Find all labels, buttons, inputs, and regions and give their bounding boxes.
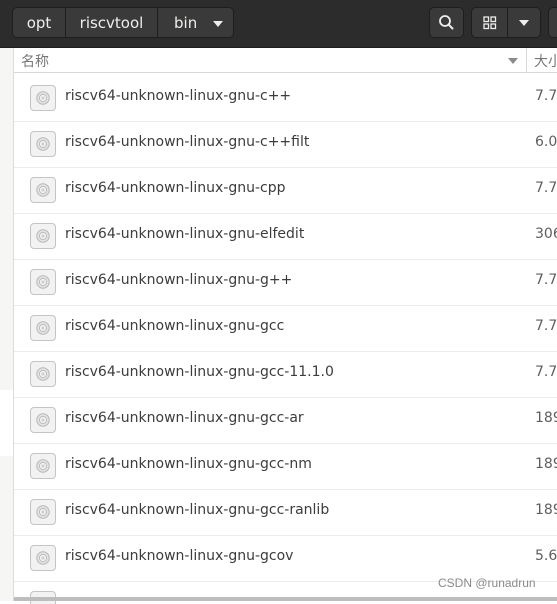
- file-size: 7.7: [535, 318, 557, 334]
- file-row[interactable]: riscv64-unknown-linux-gnu-c++filt 6.0: [14, 122, 557, 168]
- column-name-header[interactable]: 名称: [21, 51, 49, 71]
- gear-icon: [36, 229, 50, 243]
- file-size: 306: [535, 226, 557, 242]
- chevron-down-icon: [213, 21, 223, 27]
- gear-icon: [36, 137, 50, 151]
- search-icon: [439, 15, 454, 30]
- file-name: riscv64-unknown-linux-gnu-cpp: [65, 180, 286, 196]
- file-name: riscv64-unknown-linux-gnu-gcc: [65, 318, 285, 334]
- file-name: riscv64-unknown-linux-gnu-c++: [65, 88, 292, 104]
- file-name: riscv64-unknown-linux-gnu-c++filt: [65, 134, 310, 150]
- file-size: 189: [535, 456, 557, 472]
- sidebar: [0, 48, 14, 601]
- file-size: 7.7: [535, 364, 557, 380]
- column-size-header[interactable]: 大小: [534, 51, 557, 71]
- file-name: riscv64-unknown-linux-gnu-g++: [65, 272, 293, 288]
- file-size: 7.7: [535, 180, 557, 196]
- gear-icon: [36, 505, 50, 519]
- view-options-button[interactable]: [508, 7, 541, 38]
- sidebar-divider: [0, 390, 13, 456]
- file-row[interactable]: riscv64-unknown-linux-gnu-gcc 7.7: [14, 306, 557, 352]
- file-row[interactable]: riscv64-unknown-linux-gnu-gcc-ranlib 189: [14, 490, 557, 536]
- gear-file-icon: [30, 131, 56, 157]
- gear-file-icon: [30, 269, 56, 295]
- gear-file-icon: [30, 223, 56, 249]
- search-button[interactable]: [429, 7, 464, 38]
- file-name: riscv64-unknown-linux-gnu-gcc-ar: [65, 410, 304, 426]
- gear-icon: [36, 275, 50, 289]
- gear-icon: [36, 183, 50, 197]
- file-row[interactable]: riscv64-unknown-linux-gnu-cpp 7.7: [14, 168, 557, 214]
- horizontal-scrollbar[interactable]: [14, 597, 557, 601]
- file-row[interactable]: riscv64-unknown-linux-gnu-elfedit 306: [14, 214, 557, 260]
- gear-file-icon: [30, 177, 56, 203]
- file-row[interactable]: riscv64-unknown-linux-gnu-gcc-nm 189: [14, 444, 557, 490]
- file-row[interactable]: riscv64-unknown-linux-gnu-gcc-11.1.0 7.7: [14, 352, 557, 398]
- file-size: 189: [535, 502, 557, 518]
- file-size: 5.6: [535, 548, 557, 564]
- gear-icon: [36, 413, 50, 427]
- column-header: 名称 大小: [14, 48, 557, 73]
- gear-icon: [36, 367, 50, 381]
- gear-icon: [36, 551, 50, 565]
- file-size: 7.7: [535, 272, 557, 288]
- gear-file-icon: [30, 453, 56, 479]
- gear-file-icon: [30, 407, 56, 433]
- file-name: riscv64-unknown-linux-gnu-elfedit: [65, 226, 305, 242]
- grid-view-icon: [483, 16, 497, 30]
- menu-button[interactable]: [548, 7, 557, 38]
- file-row[interactable]: riscv64-unknown-linux-gnu-c++ 7.7: [14, 76, 557, 122]
- file-list: riscv64-unknown-linux-gnu-c++ 7.7 riscv64-…: [14, 76, 557, 604]
- view-toggle-button[interactable]: [471, 7, 508, 38]
- gear-file-icon: [30, 361, 56, 387]
- chevron-down-icon: [519, 20, 529, 26]
- gear-file-icon: [30, 545, 56, 571]
- gear-file-icon: [30, 499, 56, 525]
- file-name: riscv64-unknown-linux-gnu-gcc-11.1.0: [65, 364, 334, 380]
- file-name: riscv64-unknown-linux-gnu-gcc-ranlib: [65, 502, 330, 518]
- breadcrumb-bin-label: bin: [174, 14, 198, 32]
- file-size: 6.0: [535, 134, 557, 150]
- gear-icon: [36, 91, 50, 105]
- file-name: riscv64-unknown-linux-gnu-gcov: [65, 548, 294, 564]
- gear-icon: [36, 321, 50, 335]
- file-size: 7.7: [535, 88, 557, 104]
- gear-icon: [36, 459, 50, 473]
- gear-file-icon: [30, 315, 56, 341]
- breadcrumb-riscvtool[interactable]: riscvtool: [66, 7, 158, 38]
- breadcrumb-bin[interactable]: bin: [158, 7, 234, 38]
- file-row[interactable]: riscv64-unknown-linux-gnu-gcc-ar 189: [14, 398, 557, 444]
- file-name: riscv64-unknown-linux-gnu-gcc-nm: [65, 456, 312, 472]
- file-row[interactable]: riscv64-unknown-linux-gnu-g++ 7.7: [14, 260, 557, 306]
- gear-file-icon: [30, 85, 56, 111]
- column-separator[interactable]: [526, 48, 527, 72]
- file-size: 189: [535, 410, 557, 426]
- breadcrumb-opt[interactable]: opt: [12, 7, 66, 38]
- header-bar: opt riscvtool bin: [0, 0, 557, 48]
- watermark: CSDN @runadrun: [438, 576, 536, 590]
- sort-descending-icon: [508, 58, 518, 64]
